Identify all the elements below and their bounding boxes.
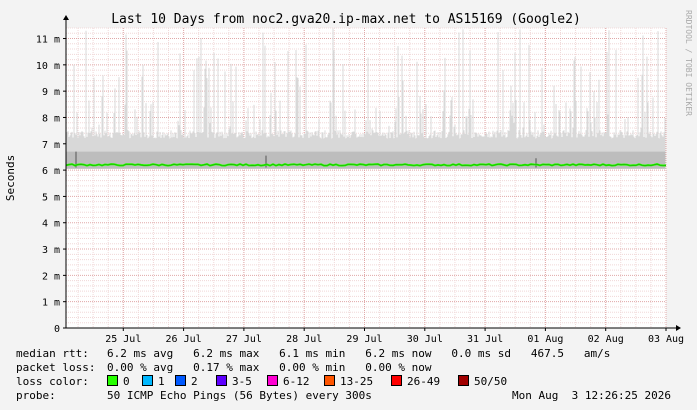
loss-color-item-label: 2	[191, 375, 198, 388]
median-line	[65, 163, 667, 167]
y-tick-label: 0	[54, 324, 60, 335]
loss-color-item-label: 50/50	[474, 375, 508, 388]
x-tick-label: 03 Aug	[648, 334, 684, 345]
y-axis-arrow	[63, 15, 69, 20]
loss-color-item: 26-49	[391, 375, 440, 388]
loss-color-swatch	[391, 375, 402, 386]
y-tick-label: 11 m	[36, 35, 60, 46]
smokeping-graph: 0 1 m 2 m 3 m 4 m 5 m 6 m 7 m 8 m 9 m 10 m 11 m 25 …	[0, 0, 697, 410]
x-tick-label: 30 Jul	[407, 334, 443, 345]
packet-loss-label: packet loss:	[16, 361, 96, 374]
y-tick-label: 10 m	[36, 61, 60, 72]
y-tick-label: 8 m	[42, 113, 60, 124]
x-tick-label: 29 Jul	[346, 334, 382, 345]
y-tick-label: 2 m	[42, 271, 60, 282]
y-axis-label: Seconds	[4, 155, 17, 201]
loss-color-item: 3-5	[216, 375, 252, 388]
x-tick-label: 25 Jul	[105, 334, 141, 345]
loss-color-item: 1	[142, 375, 165, 388]
y-tick-label: 5 m	[42, 192, 60, 203]
timestamp: Mon Aug 3 12:26:25 2026	[512, 389, 671, 402]
chart-title: Last 10 Days from noc2.gva20.ip-max.net …	[111, 12, 581, 27]
loss-color-swatch	[175, 375, 186, 386]
loss-color-item-label: 6-12	[283, 375, 310, 388]
rrdtool-watermark: RRDTOOL / TOBI OETIKER	[684, 10, 693, 116]
loss-color-item: 13-25	[324, 375, 373, 388]
loss-color-item-label: 13-25	[340, 375, 374, 388]
loss-color-item-label: 0	[123, 375, 130, 388]
x-axis-arrow	[676, 325, 681, 331]
loss-color-item: 0	[107, 375, 130, 388]
y-tick-label: 9 m	[42, 87, 60, 98]
y-tick-label: 1 m	[42, 298, 60, 309]
x-tick-label: 26 Jul	[166, 334, 202, 345]
x-tick-label: 28 Jul	[286, 334, 322, 345]
y-tick-label: 7 m	[42, 140, 60, 151]
median-rtt-label: median rtt:	[16, 347, 89, 360]
loss-color-swatch	[324, 375, 335, 386]
loss-color-item: 2	[175, 375, 198, 388]
loss-color-item-label: 3-5	[232, 375, 252, 388]
x-tick-label: 27 Jul	[226, 334, 262, 345]
loss-color-item: 6-12	[267, 375, 310, 388]
y-tick-labels: 0 1 m 2 m 3 m 4 m 5 m 6 m 7 m 8 m 9 m 10 m 11 m	[36, 35, 60, 335]
loss-color-swatch	[267, 375, 278, 386]
loss-color-item: 50/50	[458, 375, 507, 388]
y-tick-label: 4 m	[42, 219, 60, 230]
loss-color-item-label: 1	[158, 375, 165, 388]
loss-color-swatch	[216, 375, 227, 386]
loss-color-swatch	[458, 375, 469, 386]
median-rtt-values: 6.2 ms avg 6.2 ms max 6.1 ms min 6.2 ms …	[107, 347, 611, 360]
loss-color-item-label: 26-49	[407, 375, 441, 388]
x-tick-label: 31 Jul	[467, 334, 503, 345]
loss-color-swatch	[107, 375, 118, 386]
x-tick-label: 01 Aug	[527, 334, 563, 345]
probe-label: probe:	[16, 389, 56, 402]
loss-color-swatch	[142, 375, 153, 386]
x-tick-labels: 25 Jul 26 Jul 27 Jul 28 Jul 29 Jul 30 Jul 31 J…	[105, 334, 684, 345]
latency-chart: 0 1 m 2 m 3 m 4 m 5 m 6 m 7 m 8 m 9 m 10 m 11 m 25 …	[4, 10, 693, 345]
probe-values: 50 ICMP Echo Pings (56 Bytes) every 300s	[107, 389, 372, 402]
packet-loss-values: 0.00 % avg 0.17 % max 0.00 % min 0.00 % …	[107, 361, 432, 374]
y-tick-label: 3 m	[42, 245, 60, 256]
x-tick-label: 02 Aug	[588, 334, 624, 345]
y-tick-label: 6 m	[42, 166, 60, 177]
loss-color-label: loss color:	[16, 375, 89, 388]
